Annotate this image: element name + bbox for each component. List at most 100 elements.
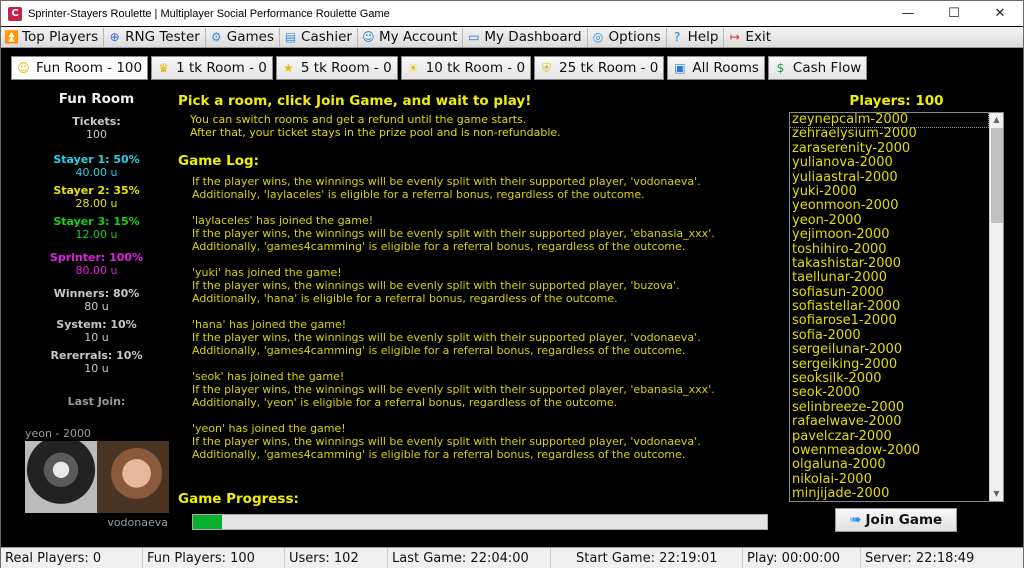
players-list[interactable]: zeynepcalm-2000 zehraelysium-2000 zarasere… <box>789 112 1004 502</box>
menu-label: Exit <box>745 29 771 45</box>
room-tab-25-tk-room-0[interactable]: ⛨ 25 tk Room - 0 <box>534 56 665 80</box>
player-list-item[interactable]: sergeiking-2000 <box>790 357 1003 372</box>
room-tab-all-rooms[interactable]: ▣ All Rooms <box>667 56 765 80</box>
log-line: 'hana' has joined the game! <box>192 318 347 331</box>
log-line: If the player wins, the winnings will be… <box>192 383 715 396</box>
stayer3-label: Stayer 3: 15% <box>53 215 140 228</box>
room-tab-1-tk-room-0[interactable]: ♛ 1 tk Room - 0 <box>151 56 273 80</box>
instructions-headline: Pick a room, click Join Game, and wait t… <box>178 93 532 109</box>
supported-player-avatar <box>97 441 169 513</box>
menu-label: Options <box>608 29 661 45</box>
game-progress-fill <box>193 515 222 529</box>
player-list-item[interactable]: sofiasun-2000 <box>790 285 1003 300</box>
crown-icon: ♛ <box>158 60 169 75</box>
scroll-thumb[interactable] <box>991 128 1003 223</box>
maximize-button[interactable]: ☐ <box>931 1 977 26</box>
players-scrollbar[interactable]: ▲ ▼ <box>989 113 1003 501</box>
player-list-item[interactable]: sergeilunar-2000 <box>790 342 1003 357</box>
player-list-item[interactable]: zaraserenity-2000 <box>790 141 1003 156</box>
player-list-item[interactable]: nikolai-2000 <box>790 472 1003 487</box>
log-entry: If the player wins, the winnings will be… <box>192 175 778 201</box>
menu-my-dashboard[interactable]: ▭ My Dashboard <box>463 27 588 47</box>
scroll-down-icon[interactable]: ▼ <box>990 487 1003 501</box>
room-tab-label: 25 tk Room - 0 <box>559 60 659 76</box>
log-line: If the player wins, the winnings will be… <box>192 331 701 344</box>
log-line: Additionally, 'hana' is eligible for a r… <box>192 292 618 305</box>
log-line: 'yeon' has joined the game! <box>192 422 346 435</box>
player-list-item[interactable]: owenmeadow-2000 <box>790 443 1003 458</box>
calculator-icon: ▤ <box>284 29 297 44</box>
player-list-item[interactable]: olgaluna-2000 <box>790 457 1003 472</box>
player-list-item[interactable]: zeynepcalm-2000 <box>790 113 989 129</box>
note-line: You can switch rooms and get a refund un… <box>190 113 527 126</box>
status-users: Users: 102 <box>285 548 388 568</box>
menu-exit[interactable]: ↦ Exit <box>724 28 776 47</box>
scroll-up-icon[interactable]: ▲ <box>990 113 1003 127</box>
player-list-item[interactable]: taellunar-2000 <box>790 270 1003 285</box>
player-list-item[interactable]: sofiarose1-2000 <box>790 314 1003 329</box>
log-line: Additionally, 'yeon' is eligible for a r… <box>192 396 618 409</box>
player-list-item[interactable]: yulianova-2000 <box>790 155 1003 170</box>
exit-icon: ↦ <box>729 29 740 44</box>
player-list-item[interactable]: yeonmoon-2000 <box>790 198 1003 213</box>
menu-rng-tester[interactable]: ⊕ RNG Tester <box>104 27 206 47</box>
minimize-button[interactable]: — <box>885 1 931 26</box>
player-list-item[interactable]: yuki-2000 <box>790 184 1003 199</box>
log-line: If the player wins, the winnings will be… <box>192 435 701 448</box>
menu-my-account[interactable]: ☺ My Account <box>358 27 464 47</box>
menu-games[interactable]: ⚙ Games <box>206 27 281 47</box>
tickets-value: 100 <box>86 128 107 141</box>
player-list-item[interactable]: yeon-2000 <box>790 213 1003 228</box>
room-tab-label: Cash Flow <box>792 60 862 76</box>
status-server: Server: 22:18:49 <box>865 550 975 566</box>
menu-top-players[interactable]: ⏫ Top Players <box>1 27 105 47</box>
player-list-item[interactable]: rafaelwave-2000 <box>790 414 1003 429</box>
window-controls: — ☐ ✕ <box>885 1 1023 26</box>
room-tab-label: 5 tk Room - 0 <box>300 60 392 76</box>
player-list-item[interactable]: minjijade-2000 <box>790 486 1003 501</box>
game-info: Pick a room, click Join Game, and wait t… <box>178 93 778 474</box>
player-list-item[interactable]: toshihiro-2000 <box>790 242 1003 257</box>
game-log-title: Game Log: <box>178 153 260 169</box>
menu-options[interactable]: ◎ Options <box>588 27 667 47</box>
player-list-item[interactable]: zehraelysium-2000 <box>790 126 1003 141</box>
menu-cashier[interactable]: ▤ Cashier <box>280 27 358 47</box>
shield-icon: ⛨ <box>542 60 552 75</box>
player-list-item[interactable]: takashistar-2000 <box>790 256 1003 271</box>
system-value: 10 u <box>84 331 109 344</box>
window-title: Sprinter-Stayers Roulette | Multiplayer … <box>28 7 390 20</box>
player-list-item[interactable]: seok-2000 <box>790 386 1003 401</box>
log-line: Additionally, 'games4camming' is eligibl… <box>192 344 686 357</box>
status-real-players: Real Players: 0 <box>1 548 143 568</box>
player-list-item[interactable]: yuliaastral-2000 <box>790 170 1003 185</box>
room-tab-10-tk-room-0[interactable]: ☀ 10 tk Room - 0 <box>400 56 532 80</box>
log-entry: 'yuki' has joined the game! If the player… <box>192 266 778 305</box>
log-line: 'yuki' has joined the game! <box>192 266 342 279</box>
player-list-item[interactable]: sofiastellar-2000 <box>790 299 1003 314</box>
player-list-item[interactable]: yejimoon-2000 <box>790 227 1003 242</box>
close-button[interactable]: ✕ <box>977 1 1023 26</box>
log-line: If the player wins, the winnings will be… <box>192 175 701 188</box>
log-line: 'seok' has joined the game! <box>192 370 345 383</box>
player-list-item[interactable]: seoksilk-2000 <box>790 371 1003 386</box>
room-tabs: ☺ Fun Room - 100 ♛ 1 tk Room - 0 ★ 5 tk Room … <box>11 56 868 80</box>
menu-bar: ⏫ Top Players ⊕ RNG Tester ⚙ Games ▤ Cashier ☺ My… <box>1 27 1023 48</box>
stayer2-label: Stayer 2: 35% <box>53 184 140 197</box>
player-list-item[interactable]: sofia-2000 <box>790 328 1003 343</box>
last-join-user: yeon - 2000 <box>25 427 91 440</box>
join-game-button[interactable]: ➠ Join Game <box>835 508 957 532</box>
menu-label: RNG Tester <box>125 29 200 45</box>
player-list-item[interactable]: selinbreeze-2000 <box>790 400 1003 415</box>
stayer3-value: 12.00 u <box>75 228 118 241</box>
menu-label: Games <box>226 29 275 45</box>
app-window: C Sprinter-Stayers Roulette | Multiplaye… <box>0 0 1024 568</box>
room-tab-cash-flow[interactable]: $ Cash Flow <box>767 56 868 80</box>
referrals-label: Rererrals: 10% <box>50 349 143 362</box>
status-play: Play: 00:00:00 <box>743 548 861 568</box>
status-fun-players: Fun Players: 100 <box>143 548 285 568</box>
menu-help[interactable]: ? Help <box>667 27 725 47</box>
room-tab-5-tk-room-0[interactable]: ★ 5 tk Room - 0 <box>275 56 398 80</box>
player-list-item[interactable]: pavelczar-2000 <box>790 429 1003 444</box>
room-tab-fun-room-100[interactable]: ☺ Fun Room - 100 <box>11 56 149 80</box>
last-join-photos <box>25 441 169 513</box>
